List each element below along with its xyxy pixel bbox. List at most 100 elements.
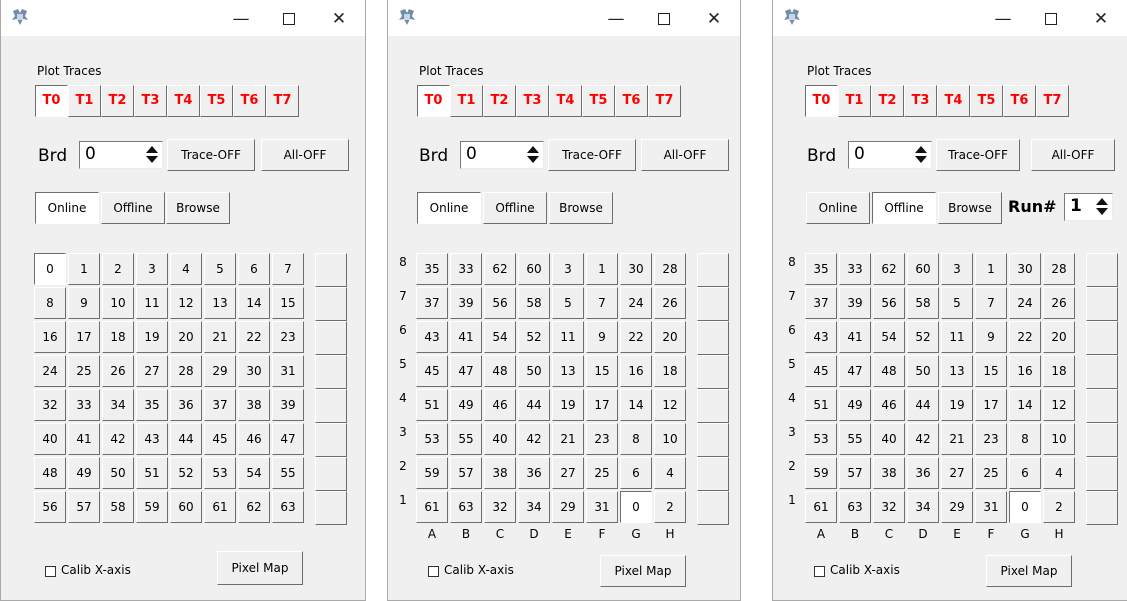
channel-cell[interactable]: 33 <box>68 389 100 421</box>
channel-cell[interactable]: 37 <box>204 389 236 421</box>
channel-cell[interactable]: 54 <box>484 321 516 353</box>
channel-cell[interactable]: 57 <box>68 491 100 523</box>
channel-cell[interactable]: 39 <box>272 389 304 421</box>
channel-cell[interactable]: 59 <box>136 491 168 523</box>
channel-cell[interactable]: 63 <box>450 491 482 523</box>
trace-button-t5[interactable]: T5 <box>970 85 1003 117</box>
channel-cell[interactable]: 60 <box>518 253 550 285</box>
trace-button-t5[interactable]: T5 <box>582 85 615 117</box>
channel-cell[interactable]: 34 <box>518 491 550 523</box>
channel-cell[interactable]: 21 <box>552 423 584 455</box>
row-select-button[interactable] <box>315 423 347 457</box>
channel-cell[interactable]: 21 <box>941 423 973 455</box>
channel-cell[interactable]: 28 <box>654 253 686 285</box>
row-select-button[interactable] <box>1086 287 1118 321</box>
channel-cell[interactable]: 27 <box>552 457 584 489</box>
channel-cell[interactable]: 40 <box>34 423 66 455</box>
row-select-button[interactable] <box>315 389 347 423</box>
channel-cell[interactable]: 32 <box>873 491 905 523</box>
channel-cell[interactable]: 29 <box>204 355 236 387</box>
trace-button-t4[interactable]: T4 <box>167 85 200 117</box>
channel-cell[interactable]: 27 <box>136 355 168 387</box>
mode-offline-button[interactable]: Offline <box>483 192 547 224</box>
channel-cell[interactable]: 30 <box>238 355 270 387</box>
channel-cell[interactable]: 13 <box>552 355 584 387</box>
channel-cell[interactable]: 58 <box>518 287 550 319</box>
trace-button-t3[interactable]: T3 <box>134 85 167 117</box>
trace-button-t7[interactable]: T7 <box>648 85 681 117</box>
channel-cell[interactable]: 24 <box>34 355 66 387</box>
channel-cell[interactable]: 5 <box>552 287 584 319</box>
channel-cell[interactable]: 26 <box>654 287 686 319</box>
channel-cell[interactable]: 1 <box>975 253 1007 285</box>
channel-cell[interactable]: 1 <box>68 253 100 285</box>
channel-cell[interactable]: 50 <box>518 355 550 387</box>
channel-cell[interactable]: 18 <box>102 321 134 353</box>
channel-cell[interactable]: 38 <box>238 389 270 421</box>
row-select-button[interactable] <box>697 321 729 355</box>
channel-cell[interactable]: 30 <box>620 253 652 285</box>
channel-cell[interactable]: 13 <box>204 287 236 319</box>
trace-button-t0[interactable]: T0 <box>805 85 838 117</box>
pixel-map-button[interactable]: Pixel Map <box>986 555 1072 587</box>
channel-cell[interactable]: 49 <box>450 389 482 421</box>
channel-cell[interactable]: 6 <box>238 253 270 285</box>
channel-cell[interactable]: 53 <box>805 423 837 455</box>
minimize-button[interactable]: — <box>983 6 1023 32</box>
trace-button-t4[interactable]: T4 <box>937 85 970 117</box>
channel-cell[interactable]: 46 <box>873 389 905 421</box>
channel-cell[interactable]: 45 <box>416 355 448 387</box>
channel-cell[interactable]: 32 <box>34 389 66 421</box>
channel-cell[interactable]: 29 <box>941 491 973 523</box>
channel-cell[interactable]: 52 <box>518 321 550 353</box>
channel-cell[interactable]: 60 <box>170 491 202 523</box>
channel-cell[interactable]: 47 <box>839 355 871 387</box>
channel-cell[interactable]: 28 <box>170 355 202 387</box>
close-button[interactable]: ✕ <box>319 6 359 32</box>
row-select-button[interactable] <box>1086 355 1118 389</box>
trace-button-t3[interactable]: T3 <box>516 85 549 117</box>
channel-cell[interactable]: 36 <box>518 457 550 489</box>
channel-cell[interactable]: 63 <box>839 491 871 523</box>
channel-cell[interactable]: 63 <box>272 491 304 523</box>
channel-cell[interactable]: 8 <box>1009 423 1041 455</box>
trace-button-t2[interactable]: T2 <box>101 85 134 117</box>
trace-button-t0[interactable]: T0 <box>35 85 68 117</box>
channel-cell[interactable]: 49 <box>68 457 100 489</box>
channel-cell[interactable]: 61 <box>204 491 236 523</box>
channel-cell[interactable]: 14 <box>620 389 652 421</box>
channel-cell[interactable]: 39 <box>450 287 482 319</box>
trace-button-t7[interactable]: T7 <box>266 85 299 117</box>
channel-cell[interactable]: 51 <box>136 457 168 489</box>
channel-cell[interactable]: 37 <box>416 287 448 319</box>
channel-cell[interactable]: 16 <box>34 321 66 353</box>
row-select-button[interactable] <box>1086 457 1118 491</box>
channel-cell[interactable]: 4 <box>170 253 202 285</box>
pixel-map-button[interactable]: Pixel Map <box>217 551 303 585</box>
trace-button-t4[interactable]: T4 <box>549 85 582 117</box>
trace-button-t3[interactable]: T3 <box>904 85 937 117</box>
channel-cell[interactable]: 33 <box>839 253 871 285</box>
row-select-button[interactable] <box>697 423 729 457</box>
row-select-button[interactable] <box>1086 491 1118 525</box>
channel-cell[interactable]: 38 <box>484 457 516 489</box>
title-bar[interactable]: — ✕ <box>773 0 1127 36</box>
channel-cell[interactable]: 25 <box>975 457 1007 489</box>
row-select-button[interactable] <box>697 253 729 287</box>
channel-cell[interactable]: 41 <box>450 321 482 353</box>
channel-cell[interactable]: 36 <box>907 457 939 489</box>
channel-cell[interactable]: 17 <box>68 321 100 353</box>
trace-button-t6[interactable]: T6 <box>1003 85 1036 117</box>
channel-cell[interactable]: 17 <box>586 389 618 421</box>
channel-cell[interactable]: 3 <box>552 253 584 285</box>
trace-button-t5[interactable]: T5 <box>200 85 233 117</box>
channel-cell[interactable]: 60 <box>907 253 939 285</box>
channel-cell[interactable]: 12 <box>1043 389 1075 421</box>
channel-cell[interactable]: 62 <box>873 253 905 285</box>
trace-off-button[interactable]: Trace-OFF <box>167 139 255 171</box>
trace-button-t1[interactable]: T1 <box>450 85 483 117</box>
trace-button-t0[interactable]: T0 <box>417 85 450 117</box>
channel-cell[interactable]: 62 <box>238 491 270 523</box>
trace-off-button[interactable]: Trace-OFF <box>548 139 636 171</box>
channel-cell[interactable]: 15 <box>975 355 1007 387</box>
